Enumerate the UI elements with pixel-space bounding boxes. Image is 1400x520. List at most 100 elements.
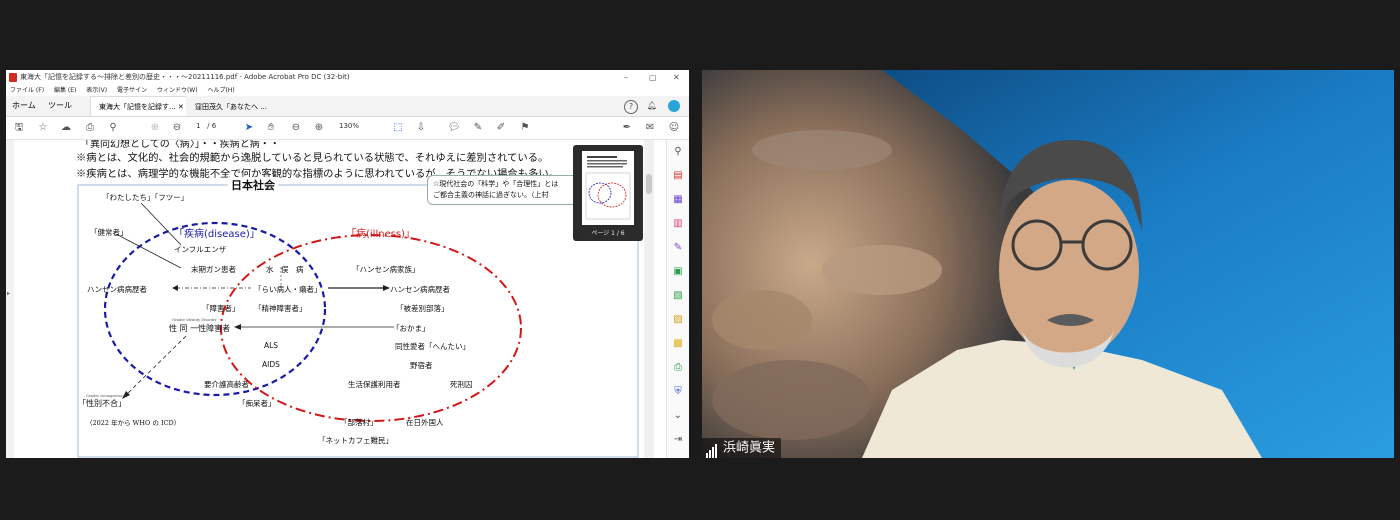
arrow-line (125, 335, 187, 396)
organize-pages-icon[interactable]: ▥ (672, 218, 684, 230)
label-shogaisha: 「障害者」 (202, 304, 240, 313)
maximize-icon[interactable]: ▢ (649, 70, 657, 85)
comment-tool-icon[interactable]: ▩ (672, 338, 684, 350)
email-icon[interactable]: ✉ (643, 121, 657, 135)
sign-icon[interactable]: ✒ (620, 121, 634, 135)
tab-tools[interactable]: ツール (48, 96, 72, 116)
label-nojuku: 野宿者 (410, 361, 433, 370)
coral-base (712, 360, 872, 440)
video-frame (702, 70, 1394, 458)
menu-esign[interactable]: 電子サイン (117, 87, 147, 94)
participant-name: 浜崎眞実 (723, 440, 776, 456)
menu-edit[interactable]: 編集 (E) (54, 87, 76, 94)
combine-files-icon[interactable]: ▣ (672, 266, 684, 278)
label-seishin: 「精神障害者」 (254, 304, 307, 313)
export-pdf-icon[interactable]: ▤ (672, 170, 684, 182)
hand-tool-icon[interactable]: ✋︎ (264, 121, 278, 135)
menu-file[interactable]: ファイル (F) (10, 87, 44, 94)
coral-ledge (752, 130, 892, 170)
scan-icon[interactable]: ▧ (672, 290, 684, 302)
thumbnail-sketch (585, 156, 631, 220)
page-current[interactable]: 1 (196, 122, 200, 130)
right-tools-panel: ⚲ ▤ ▦ ▥ ✎ ▣ ▧ ▨ ▩ ⎙ ⛨ ⌄ ⇥ (666, 140, 689, 458)
arrow-head (383, 285, 390, 291)
avatar[interactable] (668, 100, 680, 112)
scroll-mode-icon[interactable]: ⇩ (414, 121, 428, 135)
marquee-zoom-icon[interactable]: ⬚ (391, 121, 405, 135)
tab-document-2[interactable]: 窪田茂久「あなたへ ... (186, 96, 276, 116)
protect-shield-icon[interactable]: ⛨ (672, 386, 684, 398)
shared-screen: 東海大「記憶を記録する～排除と差別の歴史・・・～20211116.pdf - A… (6, 70, 689, 458)
label-rai: 「らい病人・癩者」 (254, 285, 322, 294)
help-icon[interactable]: ? (624, 100, 638, 114)
zoom-search-icon[interactable]: ⚲ (672, 146, 684, 158)
menu-help[interactable]: ヘルプ(H) (207, 87, 234, 94)
label-kaigo: 要介護高齢者 (204, 380, 249, 389)
zoom-out-icon[interactable]: ⊖ (289, 121, 303, 135)
left-nav-strip[interactable]: ▸ (6, 140, 14, 458)
highlight-pen-icon[interactable]: ✎ (471, 121, 485, 135)
menu-window[interactable]: ウィンドウ(W) (157, 87, 198, 94)
label-aids: AIDS (262, 360, 280, 369)
label-netcafe: 「ネットカフェ難民」 (318, 436, 393, 445)
select-cursor-icon[interactable]: ➤ (242, 121, 256, 135)
more-tools-chevron-icon[interactable]: ⌄ (672, 410, 684, 422)
acrobat-app-icon (9, 73, 17, 82)
scrollbar-thumb[interactable] (646, 174, 652, 194)
note-box: ☆現代社会の「科学」や「合理性」とは ご都合主義の神話に過ぎない。（上村 (427, 175, 579, 205)
page-thumbnail (582, 151, 634, 225)
label-icd: （2022 年から WHO の ICD） (86, 419, 181, 427)
illness-label: 「病(illness)」 (346, 229, 416, 240)
illness-ellipse (220, 234, 522, 422)
label-okama: 「おかま」 (392, 324, 430, 333)
print-icon[interactable]: ⎙ (83, 121, 97, 135)
tab-document-1[interactable]: 東海大「記憶を記録す... ✕ (90, 96, 193, 116)
save-icon[interactable]: 🖫︎ (12, 121, 26, 135)
zoom-in-icon[interactable]: ⊕ (312, 121, 326, 135)
draw-icon[interactable]: ✐ (494, 121, 508, 135)
window-titlebar: 東海大「記憶を記録する～排除と差別の歴史・・・～20211116.pdf - A… (6, 70, 689, 85)
share-user-icon[interactable]: ☺ (667, 121, 681, 135)
label-chihosha: 「痴呆者」 (238, 399, 276, 408)
stamp-icon[interactable]: ⚑ (518, 121, 532, 135)
page-thumbnail-popup: ページ 1 / 6 (573, 145, 643, 241)
label-minamata: 水 俣 病 (266, 265, 304, 274)
tab-document-1-label: 東海大「記憶を記録す... (99, 103, 176, 111)
tab-close-icon[interactable]: ✕ (178, 103, 184, 111)
upload-cloud-icon[interactable]: ☁ (59, 121, 73, 135)
create-pdf-icon[interactable]: ▦ (672, 194, 684, 206)
menu-view[interactable]: 表示(V) (86, 87, 107, 94)
label-hansen-history-left: ハンセン病病歴者 (87, 285, 147, 294)
bookmark-star-icon[interactable]: ☆ (36, 121, 50, 135)
label-seikatsu: 生活保護利用者 (348, 380, 401, 389)
label-gender-identity-small: Gender Identity Disorder (172, 318, 217, 322)
page-down-icon[interactable]: ⊖ (170, 121, 184, 135)
label-hisabetsu: 「被差別部落」 (396, 304, 449, 313)
expand-arrow-icon[interactable]: ▸ (7, 290, 10, 297)
label-kenjosha: 「健常者」 (90, 228, 128, 237)
fill-sign-icon[interactable]: ▨ (672, 314, 684, 326)
label-seibetsu: 「性別不合」 (78, 399, 126, 408)
vertical-scrollbar[interactable] (644, 140, 654, 458)
close-icon[interactable]: ✕ (673, 70, 680, 85)
page-up-icon[interactable]: ⊕ (148, 121, 162, 135)
participant-name-tag: 浜崎眞実 (702, 438, 782, 458)
comment-icon[interactable]: 💬︎ (447, 121, 461, 135)
arrow-head (172, 285, 178, 291)
tab-home[interactable]: ホーム (12, 96, 36, 116)
thumbnail-page-label: ページ 1 / 6 (591, 230, 625, 237)
coral-table (822, 245, 942, 295)
search-icon[interactable]: ⚲ (106, 121, 120, 135)
label-zainichi: 在日外国人 (406, 418, 444, 427)
label-shikei: 死刑囚 (450, 380, 473, 389)
label-seidoitsu: 性 同 一性障害者 (169, 324, 231, 333)
label-watashitachi: 「わたしたち」「フツー」 (102, 193, 189, 202)
zoom-level[interactable]: 130% (339, 122, 359, 130)
page-indicator[interactable]: 1 / 6 (196, 122, 216, 130)
collapse-panel-icon[interactable]: ⇥ (672, 434, 684, 446)
disease-label: 「疾病(disease)」 (174, 229, 260, 240)
print-production-icon[interactable]: ⎙ (672, 362, 684, 374)
bell-icon[interactable]: 🔔︎ (646, 100, 658, 112)
edit-pdf-icon[interactable]: ✎ (672, 242, 684, 254)
minimize-icon[interactable]: – (624, 70, 628, 85)
